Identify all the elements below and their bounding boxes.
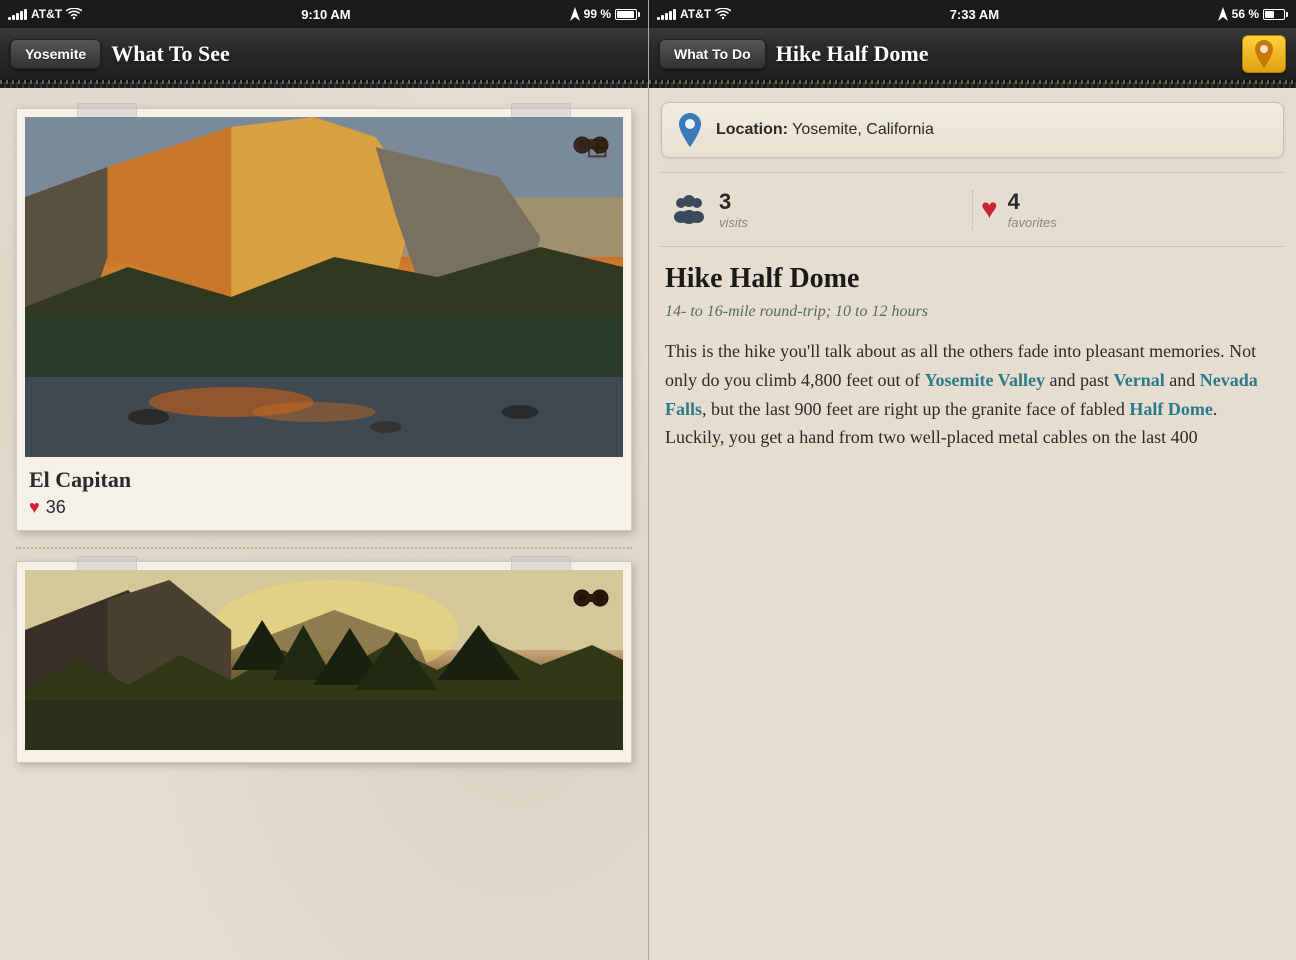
visits-stat: 3 visits xyxy=(661,185,972,234)
location-value: Yosemite, California xyxy=(792,121,934,138)
left-battery-pct: 99 % xyxy=(584,7,611,21)
map-pin-icon xyxy=(1252,40,1276,68)
binoculars-svg-2 xyxy=(573,584,609,610)
el-capitan-heart-icon: ♥ xyxy=(29,497,40,518)
el-capitan-photo: ⊞ xyxy=(25,117,623,457)
second-photo xyxy=(25,570,623,750)
right-nav-title: Hike Half Dome xyxy=(776,41,1232,67)
el-capitan-title: El Capitan xyxy=(29,467,619,493)
stats-row: 3 visits ♥ 4 favorites xyxy=(661,172,1284,247)
left-battery-icon xyxy=(615,9,640,20)
right-back-button[interactable]: What To Do xyxy=(659,39,766,69)
left-time: 9:10 AM xyxy=(301,7,350,22)
bar5 xyxy=(24,9,27,20)
body-link-vernal[interactable]: Vernal xyxy=(1113,370,1164,390)
rbar3 xyxy=(665,13,668,20)
favorites-count: 4 xyxy=(1008,189,1057,215)
location-pin-icon xyxy=(676,113,704,147)
body-part-2: and past xyxy=(1045,370,1113,390)
second-card[interactable] xyxy=(16,561,632,763)
left-status-right: 99 % xyxy=(570,7,640,21)
favorites-heart-icon: ♥ xyxy=(981,194,998,226)
right-status-left: AT&T xyxy=(657,7,731,21)
right-location-button[interactable] xyxy=(1242,35,1286,73)
right-signal-bars xyxy=(657,9,676,20)
left-nav-bar: Yosemite What To See xyxy=(0,28,648,82)
right-time: 7:33 AM xyxy=(950,7,999,22)
left-status-bar: AT&T 9:10 AM 99 % xyxy=(0,0,648,28)
left-carrier: AT&T xyxy=(31,7,62,21)
left-nav-title: What To See xyxy=(111,41,638,67)
card-divider xyxy=(16,547,632,549)
rbar5 xyxy=(673,9,676,20)
binoculars-symbol-1 xyxy=(573,131,609,164)
visits-label: visits xyxy=(719,215,748,230)
right-wifi-icon xyxy=(715,8,731,20)
body-part-4: and xyxy=(1165,370,1200,390)
article-content: Hike Half Dome 14- to 16-mile round-trip… xyxy=(649,247,1296,468)
left-back-button[interactable]: Yosemite xyxy=(10,39,101,69)
article-subtitle: 14- to 16-mile round-trip; 10 to 12 hour… xyxy=(665,303,1280,321)
el-capitan-favorites-count: 36 xyxy=(46,497,66,518)
visits-icon xyxy=(669,195,709,225)
bar1 xyxy=(8,17,11,20)
right-battery-pct: 56 % xyxy=(1232,7,1259,21)
second-photo-svg xyxy=(25,570,623,750)
right-carrier: AT&T xyxy=(680,7,711,21)
el-capitan-card[interactable]: ⊞ El Capitan ♥ 36 xyxy=(16,108,632,531)
favorites-label: favorites xyxy=(1008,215,1057,230)
right-nav-arrow-icon xyxy=(1218,7,1228,21)
rbar2 xyxy=(661,15,664,20)
location-text: Location: Yosemite, California xyxy=(716,121,934,139)
bar3 xyxy=(16,13,19,20)
favorites-info: 4 favorites xyxy=(1008,189,1057,230)
body-link-yosemite[interactable]: Yosemite Valley xyxy=(924,370,1045,390)
location-label: Location: xyxy=(716,121,788,138)
left-panel: AT&T 9:10 AM 99 % xyxy=(0,0,648,960)
right-content: Location: Yosemite, California 3 xyxy=(649,88,1296,960)
binoculars-svg-1 xyxy=(573,131,609,157)
binoculars-symbol-2 xyxy=(573,584,609,615)
el-capitan-info: El Capitan ♥ 36 xyxy=(25,467,623,518)
el-capitan-favorites: ♥ 36 xyxy=(29,497,619,518)
left-signal-bars xyxy=(8,9,27,20)
left-nav-arrow-icon xyxy=(570,7,580,21)
visits-count: 3 xyxy=(719,189,748,215)
left-wifi-icon xyxy=(66,8,82,20)
right-nav-bar: What To Do Hike Half Dome xyxy=(649,28,1296,82)
right-panel: AT&T 7:33 AM 56 % What To D xyxy=(648,0,1296,960)
right-battery-icon xyxy=(1263,9,1288,20)
right-status-bar: AT&T 7:33 AM 56 % xyxy=(649,0,1296,28)
bar4 xyxy=(20,11,23,20)
el-capitan-svg xyxy=(25,117,623,457)
left-status-left: AT&T xyxy=(8,7,82,21)
body-part-6: , but the last 900 feet are right up the… xyxy=(702,399,1129,419)
right-status-right: 56 % xyxy=(1218,7,1288,21)
favorites-stat: ♥ 4 favorites xyxy=(973,185,1284,234)
visits-info: 3 visits xyxy=(719,189,748,230)
location-bar: Location: Yosemite, California xyxy=(661,102,1284,158)
article-title: Hike Half Dome xyxy=(665,263,1280,295)
left-content-area: ⊞ El Capitan ♥ 36 xyxy=(0,88,648,960)
article-body: This is the hike you'll talk about as al… xyxy=(665,337,1280,452)
rbar1 xyxy=(657,17,660,20)
rbar4 xyxy=(669,11,672,20)
bar2 xyxy=(12,15,15,20)
body-link-halfdome[interactable]: Half Dome xyxy=(1129,399,1212,419)
